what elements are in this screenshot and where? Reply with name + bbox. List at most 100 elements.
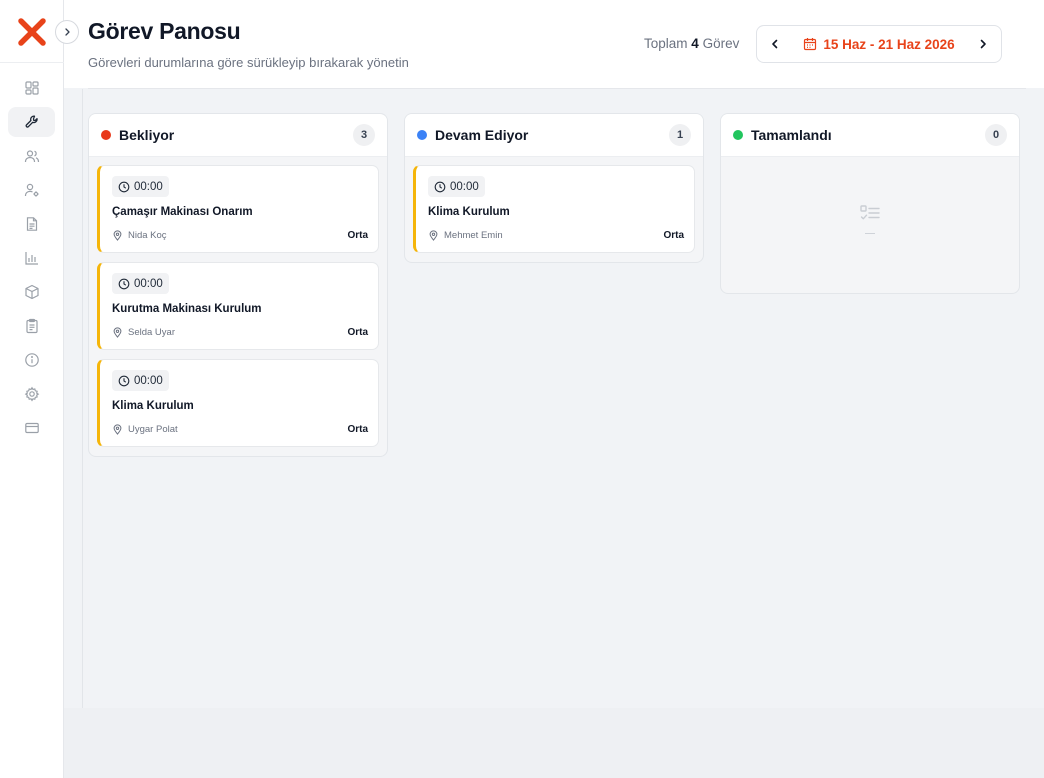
assignee-name: Selda Uyar — [128, 327, 175, 338]
total-prefix: Toplam — [644, 36, 688, 51]
status-dot — [733, 130, 743, 140]
total-tasks: Toplam 4 Görev — [644, 36, 739, 51]
time-badge: 00:00 — [112, 370, 169, 391]
time-badge: 00:00 — [112, 273, 169, 294]
sidebar-divider — [0, 62, 64, 63]
card-list: 00:00 Klima Kurulum Mehmet Emin Orta — [405, 157, 703, 253]
column-header: Devam Ediyor 1 — [405, 114, 703, 157]
clock-icon — [118, 278, 130, 289]
location-pin-icon — [113, 327, 122, 338]
empty-column-placeholder — [721, 157, 1019, 293]
sidebar-item-customers[interactable] — [8, 141, 55, 171]
time-badge: 00:00 — [112, 176, 169, 197]
location-pin-icon — [113, 230, 122, 241]
bar-chart-icon — [24, 252, 38, 265]
dashboard-icon — [24, 81, 39, 95]
task-card[interactable]: 00:00 Çamaşır Makinası Onarım Nida Koç O… — [97, 165, 379, 253]
status-dot — [101, 130, 111, 140]
task-time: 00:00 — [134, 180, 163, 193]
task-card[interactable]: 00:00 Klima Kurulum Uygar Polat Orta — [97, 359, 379, 447]
task-title: Klima Kurulum — [428, 206, 510, 218]
clock-icon — [434, 181, 446, 192]
sidebar-item-dashboard[interactable] — [8, 73, 55, 103]
user-settings-icon — [24, 183, 39, 197]
assignee-name: Mehmet Emin — [444, 230, 503, 241]
page-title: Görev Panosu — [88, 18, 241, 44]
task-title: Klima Kurulum — [112, 400, 194, 412]
column-in-progress: Devam Ediyor 1 00:00 Klima Kurulum Mehme… — [404, 113, 704, 263]
clock-icon — [118, 181, 130, 192]
clock-icon — [118, 375, 130, 386]
column-title: Bekliyor — [119, 127, 175, 143]
task-card[interactable]: 00:00 Klima Kurulum Mehmet Emin Orta — [413, 165, 695, 253]
sidebar-item-documents[interactable] — [8, 209, 55, 239]
column-title: Devam Ediyor — [435, 127, 529, 143]
task-priority: Orta — [347, 424, 368, 435]
users-icon — [24, 150, 39, 163]
total-count: 4 — [691, 36, 699, 51]
date-range-text: 15 Haz - 21 Haz 2026 — [823, 36, 955, 52]
column-completed: Tamamlandı 0 — [720, 113, 1020, 294]
status-dot — [417, 130, 427, 140]
date-range-picker[interactable]: 15 Haz - 21 Haz 2026 — [793, 37, 965, 52]
document-icon — [26, 217, 37, 231]
chevron-right-icon — [980, 39, 986, 49]
sidebar-item-tasks[interactable] — [8, 107, 55, 137]
credit-card-icon — [24, 422, 39, 434]
chevron-left-icon — [772, 39, 778, 49]
task-title: Kurutma Makinası Kurulum — [112, 303, 262, 315]
empty-indicator-line — [865, 233, 875, 234]
sidebar-item-inventory[interactable] — [8, 277, 55, 307]
task-assignee: Nida Koç — [112, 230, 167, 241]
package-icon — [24, 284, 39, 300]
date-navigator: 15 Haz - 21 Haz 2026 — [756, 25, 1002, 63]
column-count-badge: 3 — [353, 124, 375, 146]
assignee-name: Uygar Polat — [128, 424, 178, 435]
task-card[interactable]: 00:00 Kurutma Makinası Kurulum Selda Uya… — [97, 262, 379, 350]
x-logo[interactable] — [16, 16, 48, 48]
calendar-icon — [804, 38, 817, 51]
sidebar-item-info[interactable] — [8, 345, 55, 375]
sidebar-item-checklist[interactable] — [8, 311, 55, 341]
column-count-badge: 1 — [669, 124, 691, 146]
task-priority: Orta — [663, 230, 684, 241]
task-title: Çamaşır Makinası Onarım — [112, 206, 253, 218]
column-count-badge: 0 — [985, 124, 1007, 146]
column-header: Bekliyor 3 — [89, 114, 387, 157]
clipboard-icon — [25, 318, 38, 334]
sidebar — [0, 0, 64, 778]
column-header: Tamamlandı 0 — [721, 114, 1019, 157]
task-time: 00:00 — [134, 374, 163, 387]
column-title: Tamamlandı — [751, 127, 832, 143]
sidebar-toggle-button[interactable] — [55, 20, 79, 44]
assignee-name: Nida Koç — [128, 230, 167, 241]
task-assignee: Mehmet Emin — [428, 230, 503, 241]
header-divider — [88, 88, 1026, 89]
info-icon — [24, 353, 39, 367]
page-subtitle: Görevleri durumlarına göre sürükleyip bı… — [88, 55, 409, 70]
sidebar-item-staff[interactable] — [8, 175, 55, 205]
sidebar-item-settings[interactable] — [8, 379, 55, 409]
location-pin-icon — [113, 424, 122, 435]
time-badge: 00:00 — [428, 176, 485, 197]
task-time: 00:00 — [134, 277, 163, 290]
task-priority: Orta — [347, 230, 368, 241]
next-week-button[interactable] — [965, 26, 1001, 62]
sidebar-item-reports[interactable] — [8, 243, 55, 273]
task-time: 00:00 — [450, 180, 479, 193]
previous-week-button[interactable] — [757, 26, 793, 62]
task-priority: Orta — [347, 327, 368, 338]
chevron-right-icon — [65, 28, 70, 36]
sidebar-item-payments[interactable] — [8, 413, 55, 443]
task-assignee: Uygar Polat — [112, 424, 178, 435]
card-list: 00:00 Çamaşır Makinası Onarım Nida Koç O… — [89, 157, 387, 447]
gear-icon — [24, 386, 39, 402]
task-assignee: Selda Uyar — [112, 327, 175, 338]
board-divider — [82, 89, 83, 708]
empty-checklist-icon — [860, 205, 880, 220]
board-footer-area — [64, 708, 1044, 778]
location-pin-icon — [429, 230, 438, 241]
column-waiting: Bekliyor 3 00:00 Çamaşır Makinası Onarım… — [88, 113, 388, 457]
total-suffix: Görev — [702, 36, 740, 51]
wrench-icon — [25, 115, 38, 128]
